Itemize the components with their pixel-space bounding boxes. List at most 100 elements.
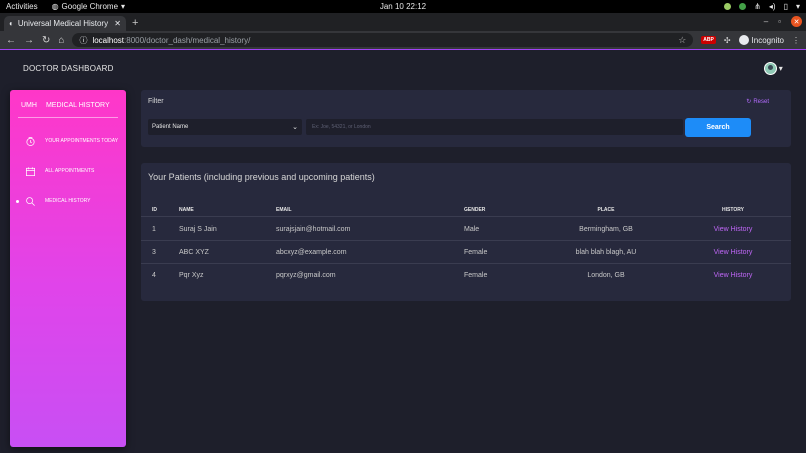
cell-name: Suraj S Jain bbox=[179, 225, 217, 233]
table-row: 3 ABC XYZ abcxyz@example.com Female blah… bbox=[141, 241, 791, 264]
reset-button[interactable]: ↻ Reset bbox=[746, 98, 769, 106]
patients-title: Your Patients (including previous and up… bbox=[148, 172, 375, 182]
status-icon bbox=[739, 3, 747, 10]
refresh-icon: ↻ bbox=[746, 99, 752, 105]
view-history-link[interactable]: View History bbox=[690, 218, 776, 240]
cell-place: Bermingham, GB bbox=[579, 225, 633, 233]
toolbar: ← → ↻ ⌂ ⓘ localhost:8000/doctor_dash/med… bbox=[0, 31, 806, 50]
incognito-label: Incognito bbox=[751, 35, 784, 45]
back-icon[interactable]: ← bbox=[6, 35, 16, 46]
browser-tab[interactable]: ◐ Universal Medical History ✕ bbox=[4, 16, 126, 31]
app-menu-label: Google Chrome bbox=[61, 2, 119, 11]
search-button[interactable]: Search bbox=[685, 118, 751, 137]
search-placeholder: Ex: Joe, 54321, or London bbox=[312, 124, 371, 130]
filter-field-select[interactable]: Patient Name ⌄ bbox=[148, 119, 302, 135]
network-icon: ⋔ bbox=[754, 2, 761, 11]
search-icon bbox=[24, 195, 36, 207]
avatar bbox=[763, 62, 777, 75]
sidebar-item-label: MEDICAL HISTORY bbox=[45, 198, 91, 204]
select-value: Patient Name bbox=[152, 124, 189, 130]
column-header: GENDER bbox=[464, 206, 486, 213]
view-history-link[interactable]: View History bbox=[690, 241, 776, 263]
close-window-icon[interactable]: ✕ bbox=[791, 16, 802, 27]
cell-id: 4 bbox=[152, 272, 156, 279]
bookmark-star-icon[interactable]: ☆ bbox=[678, 35, 686, 46]
incognito-badge[interactable]: Incognito bbox=[738, 35, 784, 45]
app-menu[interactable]: ◍ Google Chrome ▾ bbox=[52, 2, 125, 11]
column-header: EMAIL bbox=[276, 206, 292, 213]
new-tab-button[interactable]: + bbox=[132, 17, 138, 29]
sidebar-item-medical-history[interactable]: MEDICAL HISTORY bbox=[10, 186, 126, 216]
column-header: ID bbox=[152, 206, 157, 213]
cell-gender: Female bbox=[464, 248, 488, 256]
calendar-icon bbox=[24, 165, 36, 177]
chevron-down-icon: ⌄ bbox=[292, 124, 298, 131]
cell-place: London, GB bbox=[587, 272, 625, 279]
address-bar[interactable]: ⓘ localhost:8000/doctor_dash/medical_his… bbox=[72, 33, 694, 47]
window-controls: – ▫ ✕ bbox=[764, 16, 802, 27]
column-header: HISTORY bbox=[722, 206, 744, 213]
battery-icon: ▯ bbox=[783, 2, 788, 11]
activities-button[interactable]: Activities bbox=[6, 2, 38, 11]
column-header: NAME bbox=[179, 206, 194, 213]
cell-place: blah blah blagh, AU bbox=[575, 248, 637, 256]
table-row: 1 Suraj S Jain surajsjain@hotmail.com Ma… bbox=[141, 218, 791, 241]
active-indicator bbox=[16, 199, 19, 203]
url-host: localhost bbox=[92, 35, 125, 45]
sidebar-nav: YOUR APPOINTMENTS TODAY ALL APPOINTMENTS… bbox=[10, 126, 126, 216]
sidebar: UMH MEDICAL HISTORY YOUR APPOINTMENTS TO… bbox=[10, 90, 126, 447]
caret-down-icon: ▾ bbox=[795, 2, 800, 11]
cell-gender: Female bbox=[464, 272, 488, 279]
view-history-link[interactable]: View History bbox=[690, 264, 776, 287]
info-icon[interactable]: ⓘ bbox=[79, 35, 87, 46]
tab-title: Universal Medical History bbox=[17, 19, 109, 28]
reset-label: Reset bbox=[753, 98, 769, 105]
maximize-icon[interactable]: ▫ bbox=[778, 17, 781, 26]
filter-card: Filter ↻ Reset Patient Name ⌄ Ex: Joe, 5… bbox=[141, 90, 791, 147]
os-top-bar: Activities ◍ Google Chrome ▾ Jan 10 22:1… bbox=[0, 0, 806, 13]
caret-down-icon: ▾ bbox=[778, 64, 783, 73]
forward-icon[interactable]: → bbox=[24, 35, 34, 46]
tab-strip: ◐ Universal Medical History ✕ + – ▫ ✕ bbox=[0, 13, 806, 31]
brand-full: MEDICAL HISTORY bbox=[45, 102, 110, 109]
chrome-icon: ◍ bbox=[51, 2, 59, 11]
shield-icon bbox=[724, 3, 732, 10]
home-icon[interactable]: ⌂ bbox=[58, 35, 64, 46]
table-row: 4 Pqr Xyz pqrxyz@gmail.com Female London… bbox=[141, 264, 791, 287]
user-menu[interactable]: ▾ bbox=[763, 62, 783, 75]
caret-down-icon: ▾ bbox=[121, 2, 126, 11]
sidebar-item-all-appointments[interactable]: ALL APPOINTMENTS bbox=[10, 156, 126, 186]
sidebar-item-label: YOUR APPOINTMENTS TODAY bbox=[45, 138, 119, 144]
cell-email: abcxyz@example.com bbox=[276, 248, 347, 256]
system-tray[interactable]: ⋔ ◂) ▯ ▾ bbox=[724, 2, 800, 11]
cell-name: Pqr Xyz bbox=[179, 272, 204, 279]
sidebar-brand[interactable]: UMH MEDICAL HISTORY bbox=[10, 90, 126, 109]
close-tab-icon[interactable]: ✕ bbox=[114, 19, 121, 28]
adblock-icon[interactable]: ABP bbox=[701, 36, 716, 44]
divider bbox=[18, 117, 118, 118]
cell-id: 3 bbox=[152, 248, 156, 256]
cell-email: pqrxyz@gmail.com bbox=[276, 272, 336, 279]
extensions-area: ABP ✣ Incognito ⋮ bbox=[701, 35, 800, 45]
patients-card: Your Patients (including previous and up… bbox=[141, 163, 791, 301]
cell-email: surajsjain@hotmail.com bbox=[276, 225, 351, 233]
filter-title: Filter bbox=[148, 98, 164, 105]
minimize-icon[interactable]: – bbox=[764, 17, 768, 26]
clock-icon bbox=[24, 135, 36, 147]
menu-kebab-icon[interactable]: ⋮ bbox=[792, 36, 800, 45]
puzzle-icon[interactable]: ✣ bbox=[724, 36, 731, 45]
search-input[interactable]: Ex: Joe, 54321, or London bbox=[306, 119, 683, 135]
cell-name: ABC XYZ bbox=[179, 248, 209, 256]
incognito-icon bbox=[738, 35, 749, 45]
top-navbar: DOCTOR DASHBOARD ▾ bbox=[0, 51, 806, 86]
incognito-tab-icon: ◐ bbox=[9, 19, 14, 28]
url-path: :8000/doctor_dash/medical_history/ bbox=[124, 35, 251, 45]
table-header: ID NAME EMAIL GENDER PLACE HISTORY bbox=[141, 203, 791, 217]
dashboard-title: DOCTOR DASHBOARD bbox=[23, 64, 114, 73]
sidebar-item-appointments-today[interactable]: YOUR APPOINTMENTS TODAY bbox=[10, 126, 126, 156]
column-header: PLACE bbox=[597, 206, 615, 213]
cell-id: 1 bbox=[152, 225, 156, 233]
reload-icon[interactable]: ↻ bbox=[42, 35, 50, 46]
brand-short: UMH bbox=[21, 102, 37, 109]
page: DOCTOR DASHBOARD ▾ UMH MEDICAL HISTORY Y… bbox=[0, 51, 806, 453]
